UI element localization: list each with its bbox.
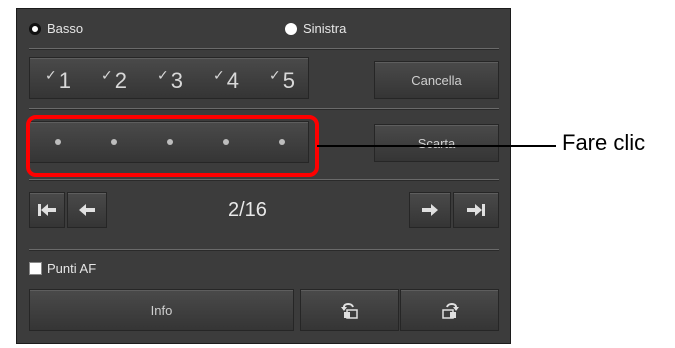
- highlight-box: [26, 115, 319, 177]
- check-icon: ✓: [213, 67, 225, 83]
- info-button[interactable]: Info: [29, 289, 294, 331]
- next-image-icon: [422, 204, 438, 216]
- check-icon: ✓: [101, 67, 113, 83]
- rating-button-group: ✓ 1 ✓ 2 ✓ 3 ✓ 4 ✓ 5: [29, 57, 309, 99]
- divider-top: [29, 48, 499, 49]
- rating-4-button[interactable]: ✓ 4: [198, 58, 254, 98]
- discard-button[interactable]: Scarta: [374, 124, 499, 162]
- first-image-button[interactable]: [29, 192, 65, 228]
- previous-image-icon: [79, 204, 95, 216]
- divider-lower: [29, 249, 499, 250]
- next-image-button[interactable]: [409, 192, 451, 228]
- rating-5-button[interactable]: ✓ 5: [254, 58, 310, 98]
- rating-2-button[interactable]: ✓ 2: [86, 58, 142, 98]
- radio-sinistra[interactable]: [285, 23, 297, 35]
- rotate-left-button[interactable]: [300, 289, 399, 331]
- check-icon: ✓: [157, 67, 169, 83]
- radio-sinistra-label: Sinistra: [303, 21, 347, 36]
- rotate-left-icon: [340, 303, 358, 319]
- cancel-button[interactable]: Cancella: [374, 61, 499, 99]
- radio-basso[interactable]: [29, 23, 41, 35]
- last-image-button[interactable]: [453, 192, 499, 228]
- divider-mid-2: [29, 179, 499, 180]
- callout-leader-line: [317, 145, 556, 147]
- af-points-label: Punti AF: [47, 261, 97, 276]
- image-counter: 2/16: [228, 199, 267, 221]
- divider-mid-1: [29, 108, 499, 109]
- first-image-icon: [38, 204, 56, 216]
- rating-3-button[interactable]: ✓ 3: [142, 58, 198, 98]
- rotate-right-icon: [441, 303, 459, 319]
- af-points-checkbox[interactable]: [29, 262, 42, 275]
- rotate-right-button[interactable]: [400, 289, 499, 331]
- radio-basso-label: Basso: [47, 21, 84, 36]
- rating-1-button[interactable]: ✓ 1: [30, 58, 86, 98]
- callout-text: Fare clic: [562, 130, 646, 155]
- previous-image-button[interactable]: [67, 192, 107, 228]
- last-image-icon: [467, 204, 485, 216]
- check-icon: ✓: [269, 67, 281, 83]
- check-icon: ✓: [45, 67, 57, 83]
